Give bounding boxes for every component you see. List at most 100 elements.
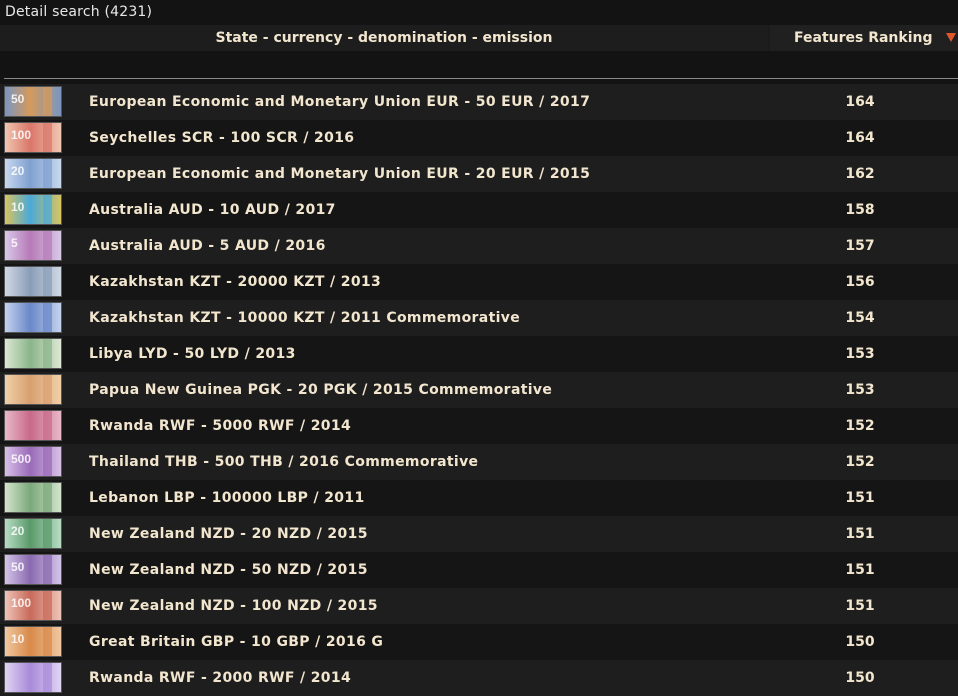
banknote-thumbnail[interactable]: 5	[4, 230, 62, 261]
banknote-thumbnail-stripe	[43, 519, 52, 548]
features-ranking-value: 153	[845, 382, 875, 398]
features-ranking-value: 156	[845, 274, 875, 290]
table-row[interactable]: 500 Thailand THB - 500 THB / 2016 Commemo…	[0, 444, 958, 480]
banknote-name-link[interactable]: Libya LYD - 50 LYD / 2013	[89, 336, 296, 372]
banknote-thumbnail[interactable]: 500	[4, 446, 62, 477]
banknote-thumbnail-number: 500	[11, 452, 32, 466]
banknote-name-link[interactable]: Australia AUD - 5 AUD / 2016	[89, 228, 326, 264]
banknote-name-link[interactable]: Great Britain GBP - 10 GBP / 2016 G	[89, 624, 383, 660]
banknote-name-link[interactable]: Thailand THB - 500 THB / 2016 Commemorat…	[89, 444, 478, 480]
banknote-thumbnail[interactable]: 50	[4, 86, 62, 117]
table-row[interactable]: 50 European Economic and Monetary Union E…	[0, 84, 958, 120]
banknote-thumbnail[interactable]: 20	[4, 518, 62, 549]
banknote-thumbnail[interactable]: 100	[4, 122, 62, 153]
banknote-thumbnail[interactable]	[4, 374, 62, 405]
table-row[interactable]: 10 Great Britain GBP - 10 GBP / 2016 G 150	[0, 624, 958, 660]
table-row[interactable]: 100 Seychelles SCR - 100 SCR / 2016 164	[0, 120, 958, 156]
table-row[interactable]: 100 New Zealand NZD - 100 NZD / 2015 151	[0, 588, 958, 624]
table-row[interactable]: Kazakhstan KZT - 20000 KZT / 2013 156	[0, 264, 958, 300]
features-ranking-value: 158	[845, 202, 875, 218]
banknote-thumbnail-stripe	[43, 555, 52, 584]
results-table: 50 European Economic and Monetary Union E…	[0, 84, 958, 696]
features-ranking-value: 157	[845, 238, 875, 254]
banknote-thumbnail-stripe	[43, 627, 52, 656]
banknote-thumbnail-stripe	[43, 87, 52, 116]
banknote-thumbnail-stripe	[43, 231, 52, 260]
column-header-state-label: State - currency - denomination - emissi…	[215, 30, 553, 46]
banknote-thumbnail-number: 20	[11, 164, 25, 178]
features-ranking-value: 154	[845, 310, 875, 326]
banknote-name-link[interactable]: European Economic and Monetary Union EUR…	[89, 156, 590, 192]
banknote-thumbnail-number: 50	[11, 92, 25, 106]
banknote-name-link[interactable]: Rwanda RWF - 5000 RWF / 2014	[89, 408, 351, 444]
banknote-thumbnail[interactable]: 10	[4, 194, 62, 225]
banknote-thumbnail-stripe	[43, 591, 52, 620]
banknote-name-link[interactable]: Seychelles SCR - 100 SCR / 2016	[89, 120, 354, 156]
banknote-thumbnail[interactable]	[4, 662, 62, 693]
table-row[interactable]: 50 New Zealand NZD - 50 NZD / 2015 151	[0, 552, 958, 588]
banknote-thumbnail[interactable]	[4, 410, 62, 441]
banknote-thumbnail-number: 100	[11, 128, 32, 142]
banknote-name-link[interactable]: Australia AUD - 10 AUD / 2017	[89, 192, 336, 228]
banknote-thumbnail[interactable]	[4, 482, 62, 513]
banknote-thumbnail-stripe	[43, 195, 52, 224]
banknote-thumbnail-fill	[5, 375, 61, 404]
banknote-thumbnail[interactable]: 20	[4, 158, 62, 189]
column-header-rank[interactable]: Features Ranking	[770, 25, 958, 51]
banknote-thumbnail-stripe	[43, 663, 52, 692]
features-ranking-value: 152	[845, 454, 875, 470]
table-row[interactable]: Rwanda RWF - 2000 RWF / 2014 150	[0, 660, 958, 696]
banknote-thumbnail[interactable]: 100	[4, 590, 62, 621]
banknote-name-link[interactable]: New Zealand NZD - 50 NZD / 2015	[89, 552, 368, 588]
banknote-thumbnail-fill	[5, 411, 61, 440]
banknote-name-link[interactable]: Rwanda RWF - 2000 RWF / 2014	[89, 660, 351, 696]
banknote-name-link[interactable]: Kazakhstan KZT - 20000 KZT / 2013	[89, 264, 381, 300]
header-divider	[4, 78, 958, 79]
banknote-thumbnail-stripe	[43, 339, 52, 368]
column-header-state[interactable]: State - currency - denomination - emissi…	[0, 25, 768, 51]
banknote-thumbnail[interactable]	[4, 302, 62, 333]
page-title: Detail search (4231)	[5, 4, 153, 20]
banknote-thumbnail-number: 100	[11, 596, 32, 610]
features-ranking-value: 151	[845, 490, 875, 506]
features-ranking-value: 164	[845, 130, 875, 146]
features-ranking-value: 151	[845, 526, 875, 542]
banknote-thumbnail-fill	[5, 267, 61, 296]
banknote-name-link[interactable]: New Zealand NZD - 100 NZD / 2015	[89, 588, 378, 624]
banknote-thumbnail-stripe	[43, 267, 52, 296]
banknote-thumbnail[interactable]	[4, 266, 62, 297]
features-ranking-value: 153	[845, 346, 875, 362]
sort-desc-icon[interactable]	[946, 33, 956, 42]
banknote-thumbnail-stripe	[43, 159, 52, 188]
banknote-thumbnail-stripe	[43, 303, 52, 332]
banknote-name-link[interactable]: Kazakhstan KZT - 10000 KZT / 2011 Commem…	[89, 300, 520, 336]
banknote-thumbnail-number: 20	[11, 524, 25, 538]
features-ranking-value: 152	[845, 418, 875, 434]
banknote-thumbnail-stripe	[43, 483, 52, 512]
banknote-thumbnail-stripe	[43, 375, 52, 404]
banknote-thumbnail-stripe	[43, 123, 52, 152]
column-header-rank-label: Features Ranking	[794, 30, 933, 46]
table-row[interactable]: Lebanon LBP - 100000 LBP / 2011 151	[0, 480, 958, 516]
banknote-thumbnail[interactable]: 50	[4, 554, 62, 585]
features-ranking-value: 164	[845, 94, 875, 110]
features-ranking-value: 150	[845, 634, 875, 650]
banknote-name-link[interactable]: Papua New Guinea PGK - 20 PGK / 2015 Com…	[89, 372, 552, 408]
banknote-name-link[interactable]: European Economic and Monetary Union EUR…	[89, 84, 590, 120]
table-row[interactable]: Papua New Guinea PGK - 20 PGK / 2015 Com…	[0, 372, 958, 408]
table-row[interactable]: 20 New Zealand NZD - 20 NZD / 2015 151	[0, 516, 958, 552]
banknote-thumbnail-fill	[5, 339, 61, 368]
table-row[interactable]: Rwanda RWF - 5000 RWF / 2014 152	[0, 408, 958, 444]
banknote-thumbnail[interactable]	[4, 338, 62, 369]
features-ranking-value: 151	[845, 598, 875, 614]
banknote-thumbnail-number: 10	[11, 200, 25, 214]
banknote-name-link[interactable]: Lebanon LBP - 100000 LBP / 2011	[89, 480, 365, 516]
table-row[interactable]: Kazakhstan KZT - 10000 KZT / 2011 Commem…	[0, 300, 958, 336]
banknote-thumbnail-fill	[5, 663, 61, 692]
table-row[interactable]: 5 Australia AUD - 5 AUD / 2016 157	[0, 228, 958, 264]
banknote-name-link[interactable]: New Zealand NZD - 20 NZD / 2015	[89, 516, 368, 552]
table-row[interactable]: 10 Australia AUD - 10 AUD / 2017 158	[0, 192, 958, 228]
table-row[interactable]: Libya LYD - 50 LYD / 2013 153	[0, 336, 958, 372]
banknote-thumbnail[interactable]: 10	[4, 626, 62, 657]
table-row[interactable]: 20 European Economic and Monetary Union E…	[0, 156, 958, 192]
